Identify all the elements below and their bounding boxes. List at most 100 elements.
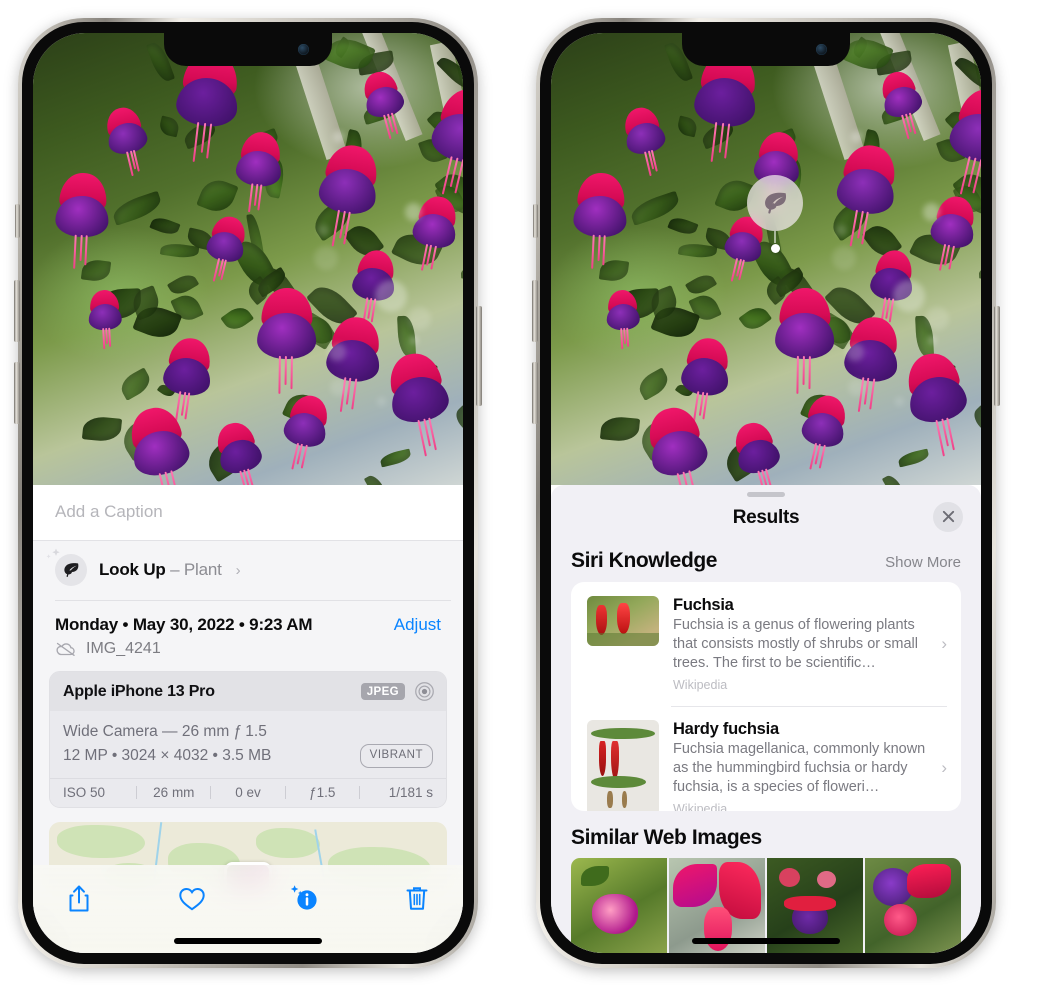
heart-icon [178,887,205,911]
result-body: Fuchsia Fuchsia is a genus of flowering … [673,596,925,692]
camera-device-name: Apple iPhone 13 Pro [63,682,215,700]
badge-anchor-dot [770,244,780,253]
results-sheet: Results Siri Knowledge Show More Fuchsia… [551,485,981,953]
adjust-button[interactable]: Adjust [394,615,441,635]
bokeh-highlight [333,130,346,143]
blossom-stamen [169,469,180,485]
photo-viewer[interactable] [33,33,463,485]
show-more-button[interactable]: Show More [885,554,961,571]
bokeh-highlight [831,246,856,270]
bokeh-highlight [895,396,904,406]
result-thumbnail [587,719,659,811]
front-camera-icon [298,44,309,55]
info-sparkle-icon [291,885,317,910]
camera-info-card[interactable]: Apple iPhone 13 Pro JPEG Wide Camera — 2… [49,671,447,809]
lens-line: Wide Camera — 26 mm ƒ 1.5 [63,723,267,740]
volume-up-button[interactable] [14,280,20,342]
photographic-style-badge: VIBRANT [359,744,433,768]
bokeh-highlight [318,224,330,236]
web-image-tile[interactable] [865,858,961,953]
leaf-icon[interactable] [747,175,803,231]
blossom-stamen [205,123,212,159]
power-button[interactable] [476,306,482,406]
photo-info-sheet: Add a Caption Look Up – Plant › Monday •… [33,485,463,953]
close-button[interactable] [933,501,963,532]
bokeh-highlight [408,306,432,330]
result-description: Fuchsia magellanica, commonly known as t… [673,740,926,796]
bokeh-highlight [927,336,937,345]
leaf-icon [46,548,87,586]
caption-input[interactable]: Add a Caption [33,485,463,541]
look-up-title: Look Up [99,560,166,579]
fuchsia-blossom [232,129,284,212]
results-header: Results [551,497,981,545]
bokeh-highlight [926,306,950,330]
blossom-stamen [351,379,358,410]
specs-line: 12 MP • 3024 × 4032 • 3.5 MB [63,747,272,765]
phone-bezel-right: Results Siri Knowledge Show More Fuchsia… [540,22,992,964]
home-indicator[interactable] [174,938,322,944]
chevron-right-icon: › [941,758,947,778]
exif-aperture: ƒ1.5 [309,785,336,801]
exif-iso: ISO 50 [63,785,106,801]
siri-knowledge-header: Siri Knowledge Show More [551,545,981,582]
blossom-stamen [596,234,600,261]
sparkles-icon [46,548,60,559]
photo-date: Monday • May 30, 2022 • 9:23 AM [55,615,313,634]
share-icon [69,885,89,912]
bokeh-highlight [409,336,419,345]
camera-badges: JPEG [360,681,435,702]
look-up-row[interactable]: Look Up – Plant › [33,541,463,601]
leaf-glyph [64,563,79,577]
visual-lookup-badge[interactable] [747,175,803,253]
look-up-dash: – [165,560,184,579]
blossom-stamen [108,327,112,347]
mute-switch[interactable] [15,204,20,238]
volume-down-button[interactable] [532,362,538,424]
delete-button[interactable] [397,879,437,919]
camera-device-row: Apple iPhone 13 Pro JPEG [50,672,446,711]
exif-focal-length: 26 mm [153,785,195,801]
screenshot-canvas: Add a Caption Look Up – Plant › Monday •… [0,0,1055,985]
mute-switch[interactable] [533,204,538,238]
blossom-stamen [723,123,730,159]
blossom-stamen [796,355,799,395]
look-up-subject: Plant [183,560,222,579]
exif-row: ISO 50 26 mm 0 ev ƒ1.5 1/181 s [50,778,446,808]
result-title: Fuchsia [673,595,734,614]
share-button[interactable] [59,879,99,919]
bokeh-highlight [313,246,338,270]
list-item[interactable]: Hardy fuchsia Fuchsia magellanica, commo… [571,705,961,811]
web-image-tile[interactable] [571,858,667,953]
info-button[interactable] [284,879,324,919]
blossom-stamen [104,328,108,345]
blossom-stamen [622,328,626,345]
blossom-stamen [184,393,191,421]
volume-up-button[interactable] [532,280,538,342]
blossom-skirt [774,312,834,360]
fuchsia-blossom [571,172,628,269]
iphone-left: Add a Caption Look Up – Plant › Monday •… [14,18,482,968]
bokeh-highlight [377,396,386,406]
result-source: Wikipedia [673,802,728,811]
fuchsia-blossom [774,287,834,395]
power-button[interactable] [994,306,1000,406]
date-row: Monday • May 30, 2022 • 9:23 AM Adjust [33,601,463,637]
photo-viewer[interactable] [551,33,981,485]
blossom-stamen [869,379,876,410]
blossom-stamen [601,234,606,266]
favorite-button[interactable] [172,879,212,919]
volume-down-button[interactable] [14,362,20,424]
result-title: Hardy fuchsia [673,719,779,738]
section-title: Similar Web Images [571,826,762,849]
blossom-stamen [257,183,263,210]
cloud-slash-icon [56,642,75,657]
section-title: Siri Knowledge [571,548,718,572]
list-item[interactable]: Fuchsia Fuchsia is a genus of flowering … [571,582,961,706]
phone-bezel-left: Add a Caption Look Up – Plant › Monday •… [22,22,474,964]
result-source: Wikipedia [673,677,728,692]
home-indicator[interactable] [692,938,840,944]
notch-right [682,33,850,66]
screen-left: Add a Caption Look Up – Plant › Monday •… [33,33,463,953]
leaf-glyph [765,192,787,214]
